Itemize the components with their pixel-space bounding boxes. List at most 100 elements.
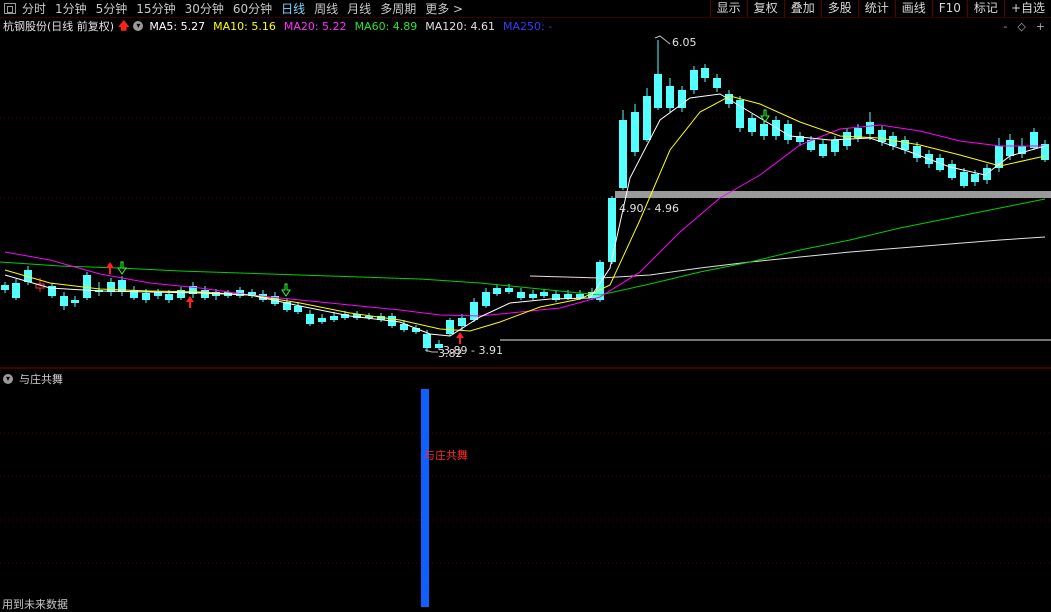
adjust-button[interactable]: 复权	[746, 0, 784, 17]
candle-body	[654, 74, 662, 108]
ma20-value: MA20: 5.22	[283, 19, 347, 33]
candle-body	[201, 290, 209, 298]
candle-body	[470, 302, 478, 320]
tab-30min[interactable]: 30分钟	[185, 0, 224, 17]
ma250-value: MA250: -	[503, 19, 553, 33]
candle-body	[318, 318, 326, 322]
candle-body	[446, 320, 454, 334]
buy-arrow-icon	[456, 332, 464, 344]
right-toolbar: 显示 复权 叠加 多股 统计 画线 F10 标记 +自选	[709, 0, 1051, 17]
draw-line-button[interactable]: 画线	[894, 0, 932, 17]
tab-15min[interactable]: 15分钟	[136, 0, 175, 17]
tab-daily[interactable]: 日线	[281, 0, 305, 17]
candle-body	[1, 285, 9, 290]
stats-button[interactable]: 统计	[857, 0, 895, 17]
pane-controls: - ◇ +	[1003, 20, 1045, 33]
tab-timeshare[interactable]: 分时	[22, 0, 46, 17]
low-price-label: 3.82	[438, 347, 463, 360]
tab-60min[interactable]: 60分钟	[233, 0, 272, 17]
window-toggle-icon[interactable]	[4, 3, 16, 14]
tab-5min[interactable]: 5分钟	[96, 0, 128, 17]
ma10-value: MA10: 5.16	[213, 19, 276, 33]
mark-button[interactable]: 标记	[966, 0, 1004, 17]
sub-indicator-header: ▾ 与庄共舞	[3, 371, 63, 387]
candle-body	[643, 96, 651, 140]
chevron-down-icon[interactable]: ▾	[133, 21, 144, 31]
add-watchlist-button[interactable]: +自选	[1003, 0, 1051, 17]
candle-body	[306, 314, 314, 324]
candle-body	[12, 283, 20, 298]
signal-label: 与庄共舞	[424, 449, 468, 462]
display-button[interactable]: 显示	[709, 0, 747, 17]
ma120-value: MA120: 4.61	[425, 19, 495, 33]
candle-body	[505, 288, 513, 292]
diamond-icon[interactable]: ◇	[1017, 20, 1025, 33]
candle-body	[71, 300, 79, 303]
candle-body	[831, 140, 839, 152]
candle-body	[107, 282, 115, 292]
candle-body	[564, 294, 572, 298]
candle-body	[631, 112, 639, 152]
high-marker-line	[654, 35, 671, 45]
sell-arrow-icon	[760, 109, 770, 123]
candle-body	[608, 198, 616, 262]
buy-arrow-icon	[106, 262, 114, 274]
f10-button[interactable]: F10	[931, 0, 967, 17]
candle-body	[142, 293, 150, 300]
candle-body	[165, 294, 173, 300]
minimize-icon[interactable]: -	[1003, 20, 1007, 33]
candle-body	[83, 275, 91, 298]
candle-body	[760, 124, 768, 136]
candle-body	[748, 118, 756, 132]
candle-body	[1006, 140, 1014, 156]
price-band	[615, 191, 1051, 198]
candle-body	[878, 130, 886, 142]
overlay-button[interactable]: 叠加	[783, 0, 821, 17]
tab-more[interactable]: 更多 >	[425, 0, 463, 17]
candle-body	[960, 172, 968, 186]
ma5-value: MA5: 5.27	[149, 19, 206, 33]
ma60-value: MA60: 4.89	[354, 19, 418, 33]
signal-arrows	[106, 109, 770, 344]
stock-title: 杭钢股份(日线 前复权)	[3, 20, 115, 33]
candle-body	[294, 306, 302, 312]
future-data-note: 用到未来数据	[2, 598, 68, 611]
signal-bar	[421, 389, 429, 607]
indicator-info-bar: 杭钢股份(日线 前复权) 🡅 ▾ MA5: 5.27 MA10: 5.16 MA…	[0, 18, 1051, 34]
candle-body	[666, 86, 674, 108]
band-range-label: 4.90 - 4.96	[619, 202, 679, 215]
candle-body	[423, 334, 431, 348]
candle-body	[493, 288, 501, 294]
tab-weekly[interactable]: 周线	[314, 0, 338, 17]
ma5-line	[4, 93, 1046, 337]
candle-body	[713, 78, 721, 88]
plus-icon[interactable]: +	[1036, 20, 1045, 33]
tab-monthly[interactable]: 月线	[347, 0, 371, 17]
candle-body	[540, 292, 548, 296]
candle-body	[529, 294, 537, 298]
timeframe-toolbar: 分时 1分钟 5分钟 15分钟 30分钟 60分钟 日线 周线 月线 多周期 更…	[0, 0, 1051, 18]
multi-stock-button[interactable]: 多股	[820, 0, 858, 17]
candle-body	[866, 122, 874, 134]
main-chart-canvas	[0, 16, 1051, 607]
candle-body	[819, 144, 827, 156]
candle-body	[690, 70, 698, 90]
chevron-down-icon[interactable]: ▾	[3, 374, 13, 384]
candle-body	[60, 296, 68, 306]
candle-body	[701, 68, 709, 78]
ma60-line	[0, 198, 1046, 296]
tab-1min[interactable]: 1分钟	[55, 0, 87, 17]
up-arrow-icon: 🡅	[118, 18, 130, 32]
candle-body	[330, 316, 338, 320]
candle-body	[948, 164, 956, 178]
candle-body	[517, 292, 525, 298]
tab-multi-period[interactable]: 多周期	[380, 0, 416, 17]
candle-body	[482, 292, 490, 306]
sell-arrow-icon	[281, 283, 291, 297]
high-price-label: 6.05	[672, 36, 697, 49]
sub-indicator-title: 与庄共舞	[19, 373, 63, 386]
candle-body	[458, 318, 466, 326]
candle-body	[784, 124, 792, 140]
candle-body	[619, 120, 627, 188]
candle-body	[971, 174, 979, 182]
